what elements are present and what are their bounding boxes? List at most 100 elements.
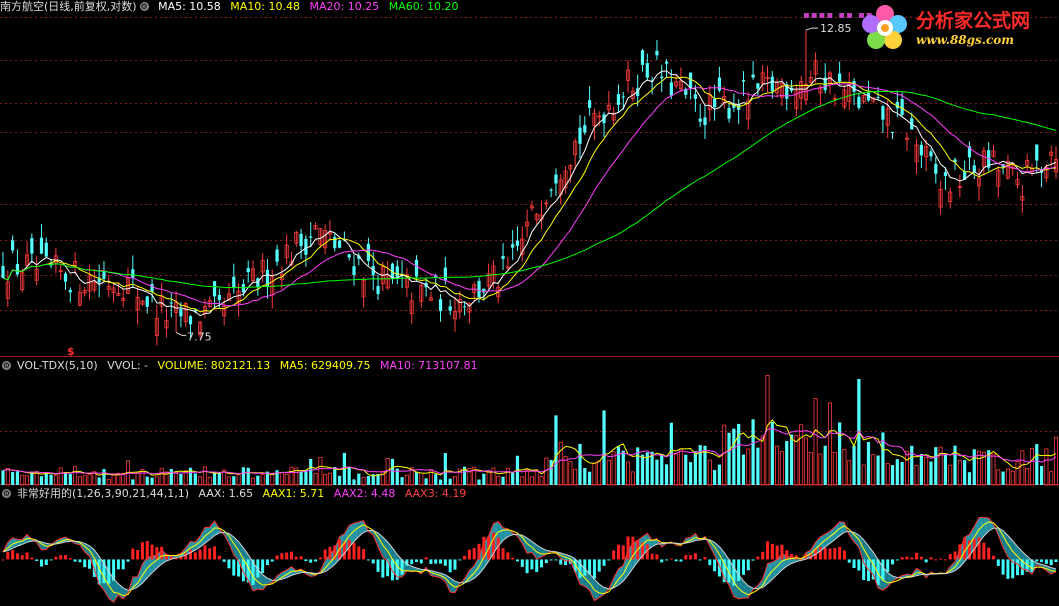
osc-hist-bar	[669, 558, 673, 560]
osc-hist-bar	[304, 559, 308, 562]
volume-bar	[505, 467, 510, 486]
main-panel-title: 南方航空(日线,前复权,对数)	[0, 0, 137, 13]
candle-body	[554, 174, 558, 184]
price-candles	[1, 30, 1059, 346]
stock-chart[interactable]: 12.85 7.75 $	[0, 0, 1059, 606]
candle-body	[876, 97, 880, 99]
volume-bar	[279, 472, 284, 486]
vol-ma5-value: MA5: 629409.75	[279, 359, 371, 372]
volume-bar	[1015, 460, 1020, 486]
osc-hist-bar	[655, 554, 659, 560]
candle-body	[169, 302, 173, 304]
volume-bar	[73, 466, 78, 486]
osc-hist-bar	[434, 559, 438, 564]
settings-gear-icon[interactable]: ⚙	[2, 361, 11, 370]
osc-hist-bar	[621, 545, 625, 560]
osc-hist-bar	[934, 559, 938, 561]
osc-hist-bar	[227, 559, 231, 569]
osc-hist-bar	[453, 559, 457, 570]
volume-value: VOLUME: 802121.13	[157, 359, 271, 372]
candle-body	[352, 266, 356, 276]
osc-hist-bar	[905, 556, 909, 560]
osc-hist-bar	[270, 559, 274, 562]
candle-body	[212, 281, 217, 297]
candle-body	[640, 50, 645, 65]
volume-bar	[583, 468, 587, 485]
candle-body	[621, 96, 625, 98]
volume-bar	[885, 463, 890, 486]
candle-body	[217, 294, 221, 301]
osc-hist-bar	[121, 559, 125, 570]
volume-bar	[558, 441, 563, 486]
volume-bar	[549, 459, 553, 485]
candle-body	[15, 264, 20, 275]
volume-bar	[419, 472, 424, 486]
volume-bar	[828, 402, 833, 486]
candle-body	[943, 172, 948, 177]
osc-hist-bar	[713, 559, 717, 572]
osc-hist-bar	[232, 559, 236, 576]
osc-hist-bar	[289, 551, 293, 560]
candle-body	[63, 273, 68, 282]
volume-bar	[621, 450, 625, 485]
volume-bar	[174, 471, 179, 486]
settings-gear-icon[interactable]: ⚙	[139, 2, 149, 11]
osc-hist-bar	[828, 548, 832, 560]
volume-bar	[977, 450, 982, 486]
site-logo[interactable]: ▪▪▪▪ ▪▪ ▪▪ 分析家公式网 www.88gs.com	[803, 2, 1058, 52]
osc-hist-bar	[400, 559, 404, 575]
candle-body	[515, 240, 520, 246]
volume-bar	[202, 466, 207, 486]
osc-hist-bar	[352, 542, 356, 560]
candle-body	[131, 269, 135, 278]
osc-hist-bar	[381, 559, 385, 578]
settings-gear-icon[interactable]: ⚙	[2, 489, 11, 498]
candle-body	[337, 240, 342, 248]
volume-bar	[102, 469, 106, 485]
osc-hist-bar	[900, 557, 904, 560]
osc-hist-bar	[44, 559, 48, 565]
osc-hist-bar	[910, 557, 914, 560]
volume-bar	[448, 478, 452, 485]
volume-bar	[727, 432, 731, 485]
osc-hist-bar	[607, 559, 611, 561]
osc-hist-bar	[602, 559, 606, 566]
volume-bars	[1, 374, 1059, 486]
candle-body	[241, 283, 246, 293]
volume-bar	[424, 478, 428, 485]
volume-bar	[58, 467, 63, 486]
volume-bar	[967, 472, 972, 485]
volume-bar	[486, 471, 491, 486]
volume-bar	[813, 398, 818, 486]
volume-bar	[5, 468, 10, 486]
osc-hist-bar	[1049, 559, 1053, 566]
volume-bar	[597, 460, 602, 486]
osc-hist-bar	[467, 549, 471, 560]
volume-bar	[895, 459, 899, 485]
volume-bar	[554, 415, 558, 485]
osc-hist-bar	[1044, 559, 1048, 564]
osc-hist-bar	[544, 559, 548, 564]
logo-title: 分析家公式网	[916, 10, 1031, 32]
volume-bar	[910, 445, 914, 485]
volume-bar	[756, 447, 760, 485]
volume-bar	[289, 466, 294, 486]
osc-hist-bar	[73, 559, 77, 562]
osc-hist-bar	[314, 559, 318, 562]
volume-bar	[121, 473, 126, 486]
volume-bar	[785, 441, 789, 485]
volume-bar	[193, 473, 197, 485]
candle-body	[919, 144, 923, 156]
osc-hist-bar	[366, 559, 370, 561]
volume-bar	[63, 472, 68, 485]
osc-hist-bar	[275, 555, 279, 560]
volume-bar	[626, 461, 631, 486]
volume-bar	[871, 454, 876, 486]
volume-bar	[414, 471, 419, 485]
volume-bar	[1035, 444, 1039, 485]
volume-bar	[957, 460, 962, 486]
osc-hist-bar	[39, 559, 43, 567]
volume-bar	[251, 477, 256, 486]
volume-bar	[1029, 448, 1034, 486]
volume-bar	[775, 445, 780, 486]
